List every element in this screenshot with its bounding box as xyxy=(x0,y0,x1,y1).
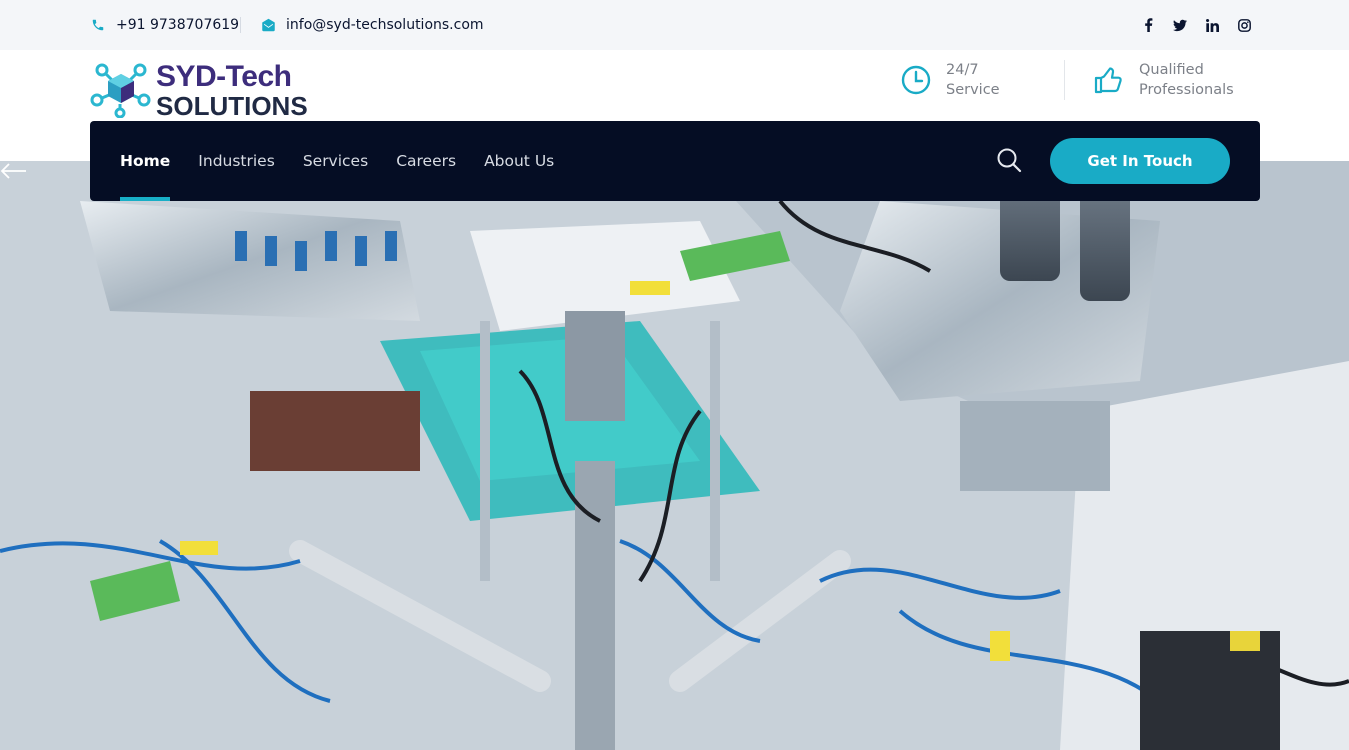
nav-item-careers[interactable]: Careers xyxy=(396,121,456,201)
feature-service-line2: Service xyxy=(946,82,1000,98)
nav-item-industries[interactable]: Industries xyxy=(198,121,275,201)
envelope-icon xyxy=(260,17,276,33)
logo-text-secondary: SOLUTIONS xyxy=(156,91,308,121)
logo-text-primary: SYD-Tech xyxy=(156,60,292,93)
topbar-divider xyxy=(240,17,241,33)
logo-mark-icon xyxy=(90,63,151,118)
instagram-icon[interactable] xyxy=(1237,18,1251,32)
thumbs-up-icon xyxy=(1094,67,1122,94)
twitter-icon[interactable] xyxy=(1173,18,1187,32)
nav-item-home[interactable]: Home xyxy=(120,121,171,201)
search-icon[interactable] xyxy=(996,147,1022,173)
facebook-icon[interactable] xyxy=(1141,18,1155,32)
machinery-illustration xyxy=(0,161,1349,750)
nav-item-about-us[interactable]: About Us xyxy=(484,121,554,201)
nav-item-services[interactable]: Services xyxy=(303,121,368,201)
feature-professionals-text: Qualified Professionals xyxy=(1139,60,1234,100)
feature-professionals: Qualified Professionals xyxy=(1093,60,1234,100)
feature-service-line1: 24/7 xyxy=(946,62,979,78)
email-contact[interactable]: info@syd-techsolutions.com xyxy=(260,0,484,50)
feature-service-text: 24/7 Service xyxy=(946,60,1000,100)
phone-contact[interactable]: +91 9738707619 xyxy=(90,0,239,50)
email-address[interactable]: info@syd-techsolutions.com xyxy=(286,17,484,33)
feature-divider xyxy=(1064,60,1065,100)
clock-icon xyxy=(901,65,931,95)
get-in-touch-button[interactable]: Get In Touch xyxy=(1050,138,1230,184)
social-links xyxy=(1141,0,1251,50)
logo[interactable]: SYD-Tech SOLUTIONS xyxy=(90,58,320,121)
hero-image xyxy=(0,161,1349,750)
nav-items: Home Industries Services Careers About U… xyxy=(120,121,554,201)
phone-icon xyxy=(90,17,106,33)
linkedin-icon[interactable] xyxy=(1205,18,1219,32)
top-bar: +91 9738707619 info@syd-techsolutions.co… xyxy=(0,0,1349,50)
main-nav: Home Industries Services Careers About U… xyxy=(90,121,1260,201)
slider-prev-arrow-icon[interactable] xyxy=(0,161,28,181)
phone-number[interactable]: +91 9738707619 xyxy=(116,17,239,33)
feature-professionals-line1: Qualified xyxy=(1139,62,1204,78)
feature-professionals-line2: Professionals xyxy=(1139,82,1234,98)
feature-service: 24/7 Service xyxy=(900,60,1000,100)
